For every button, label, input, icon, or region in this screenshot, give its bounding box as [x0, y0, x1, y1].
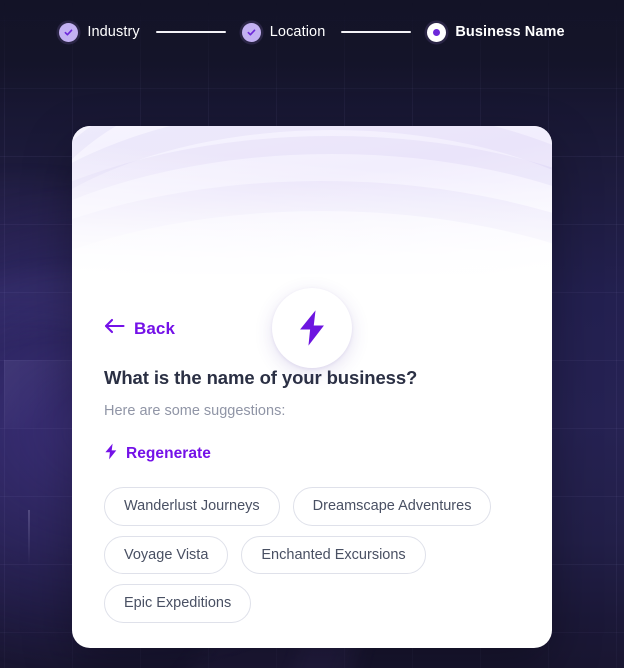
stepper-step-location[interactable]: Location [241, 22, 326, 42]
suggestion-chip-list: Wanderlust Journeys Dreamscape Adventure… [104, 487, 520, 623]
card-banner [72, 126, 552, 274]
stepper-connector-2 [341, 31, 412, 33]
banner-fade-overlay [72, 126, 552, 274]
suggestion-chip[interactable]: Enchanted Excursions [241, 535, 426, 574]
suggestion-chip[interactable]: Wanderlust Journeys [104, 487, 280, 526]
stepper-step-label: Location [269, 24, 326, 40]
onboarding-card: Back What is the name of your business? … [72, 126, 552, 648]
stepper-step-business-name[interactable]: Business Name [427, 22, 565, 42]
filled-dot-icon [427, 22, 447, 42]
suggestion-chip[interactable]: Epic Expeditions [104, 584, 252, 623]
question-heading: What is the name of your business? [104, 367, 418, 388]
regenerate-label: Regenerate [126, 445, 211, 462]
check-circle-icon [59, 22, 79, 42]
stepper-step-industry[interactable]: Industry [59, 22, 140, 42]
progress-stepper: Industry Location Business Name [0, 0, 624, 64]
suggestion-chip[interactable]: Dreamscape Adventures [292, 487, 492, 526]
back-button-label: Back [134, 318, 176, 338]
regenerate-button[interactable]: Regenerate [104, 443, 211, 465]
check-circle-icon [241, 22, 261, 42]
stepper-connector-1 [155, 31, 226, 33]
background-grid-tick-left [28, 510, 30, 565]
background-grid-cell-highlight [4, 360, 72, 428]
stepper-step-label: Industry [87, 24, 140, 40]
lightning-bolt-icon [104, 443, 118, 465]
back-button[interactable]: Back [104, 318, 175, 339]
suggestions-subtitle: Here are some suggestions: [104, 403, 286, 419]
stepper-step-label: Business Name [455, 24, 565, 40]
lightning-bolt-icon [272, 288, 352, 368]
arrow-left-icon [104, 318, 125, 339]
suggestion-chip[interactable]: Voyage Vista [104, 535, 229, 574]
